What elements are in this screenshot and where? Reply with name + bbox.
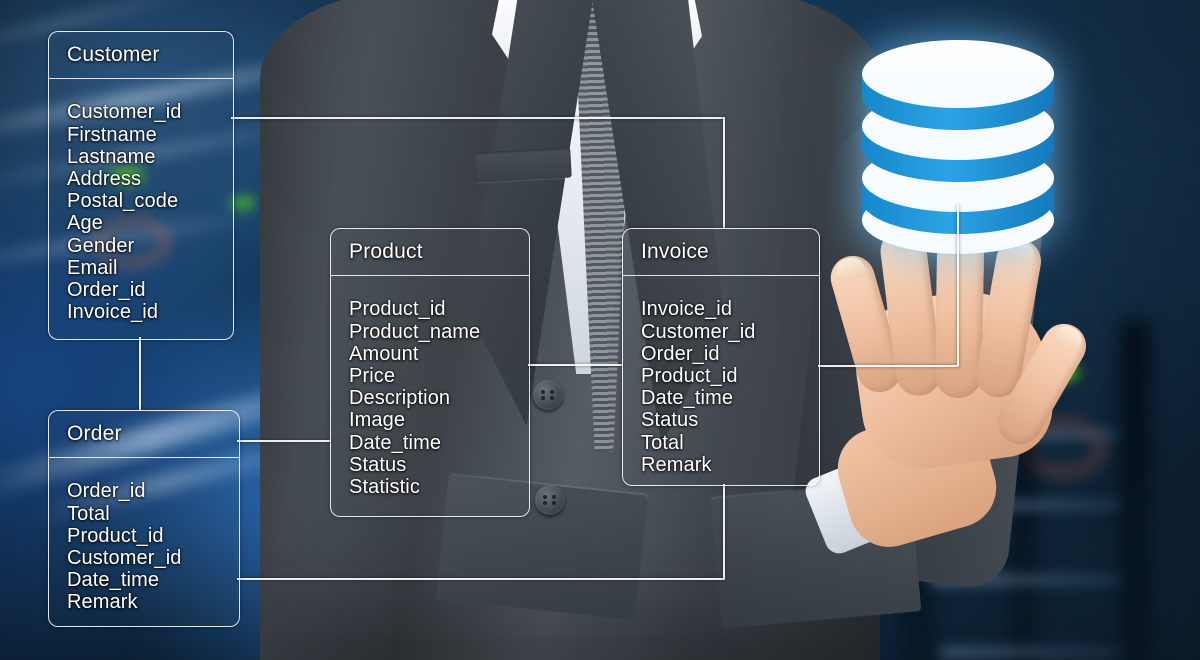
- entity-field: Product_id: [641, 365, 738, 387]
- thumbnail: [1050, 321, 1087, 355]
- entity-field: Firstname: [67, 123, 157, 146]
- entity-field: Postal_code: [67, 190, 179, 213]
- invoice-database-connector-vertical: [957, 205, 959, 366]
- entity-table-title: Invoice: [641, 240, 709, 263]
- entity-field: Order_id: [67, 279, 146, 302]
- invoice-database-connector-horizontal: [818, 365, 958, 367]
- entity-field: Order_id: [641, 342, 720, 365]
- breast-pocket: [474, 147, 572, 183]
- entity-table-order[interactable]: Order Order_id Total Product_id Customer…: [48, 410, 240, 627]
- suit-button: [533, 380, 563, 410]
- entity-table-product[interactable]: Product Product_id Product_name Amount P…: [330, 228, 530, 517]
- order-invoice-connector-horizontal: [237, 578, 725, 580]
- entity-field: Address: [67, 168, 142, 190]
- suit-button: [535, 485, 565, 515]
- entity-field: Lastname: [67, 145, 156, 168]
- entity-table-invoice[interactable]: Invoice Invoice_id Customer_id Order_id …: [622, 228, 820, 486]
- product-invoice-connector: [528, 364, 623, 366]
- entity-table-title: Customer: [67, 43, 160, 66]
- entity-field: Description: [349, 387, 451, 410]
- entity-field-list: Product_id Product_name Amount Price Des…: [331, 276, 529, 512]
- entity-field: Order_id: [67, 480, 146, 503]
- customer-invoice-connector-vertical: [723, 117, 725, 229]
- customer-invoice-connector-horizontal: [231, 117, 725, 119]
- entity-field: Date_time: [641, 387, 734, 410]
- entity-field: Status: [349, 453, 407, 476]
- entity-field: Age: [67, 212, 103, 235]
- entity-field: Price: [349, 365, 396, 387]
- entity-field: Product_id: [349, 298, 446, 321]
- entity-field: Invoice_id: [67, 301, 159, 324]
- entity-table-customer[interactable]: Customer Customer_id Firstname Lastname …: [48, 31, 234, 340]
- entity-field: Image: [349, 409, 406, 432]
- entity-field-list: Order_id Total Product_id Customer_id Da…: [49, 458, 239, 627]
- entity-table-title: Order: [67, 422, 122, 445]
- screenshot-canvas: Customer Customer_id Firstname Lastname …: [0, 0, 1200, 660]
- entity-field: Email: [67, 256, 118, 279]
- entity-field: Total: [67, 502, 110, 525]
- order-invoice-connector-vertical: [723, 484, 725, 579]
- entity-field: Product_id: [67, 524, 164, 547]
- entity-field-list: Invoice_id Customer_id Order_id Product_…: [623, 276, 819, 490]
- entity-field: Product_name: [349, 320, 481, 343]
- entity-field: Customer_id: [67, 547, 182, 569]
- entity-field: Customer_id: [641, 320, 756, 343]
- entity-field: Date_time: [67, 569, 160, 592]
- entity-field: Gender: [67, 234, 135, 257]
- entity-field: Remark: [641, 453, 712, 476]
- entity-field: Statistic: [349, 476, 420, 499]
- entity-field: Amount: [349, 342, 419, 365]
- entity-field: Total: [641, 431, 684, 454]
- entity-field: Invoice_id: [641, 298, 733, 321]
- entity-field-list: Customer_id Firstname Lastname Address P…: [49, 79, 233, 337]
- entity-field: Customer_id: [67, 101, 182, 124]
- customer-order-connector: [139, 337, 141, 411]
- entity-field: Remark: [67, 591, 138, 614]
- entity-field: Status: [641, 409, 699, 432]
- entity-field: Date_time: [349, 431, 442, 454]
- order-product-connector: [237, 440, 331, 442]
- entity-table-title: Product: [349, 240, 423, 263]
